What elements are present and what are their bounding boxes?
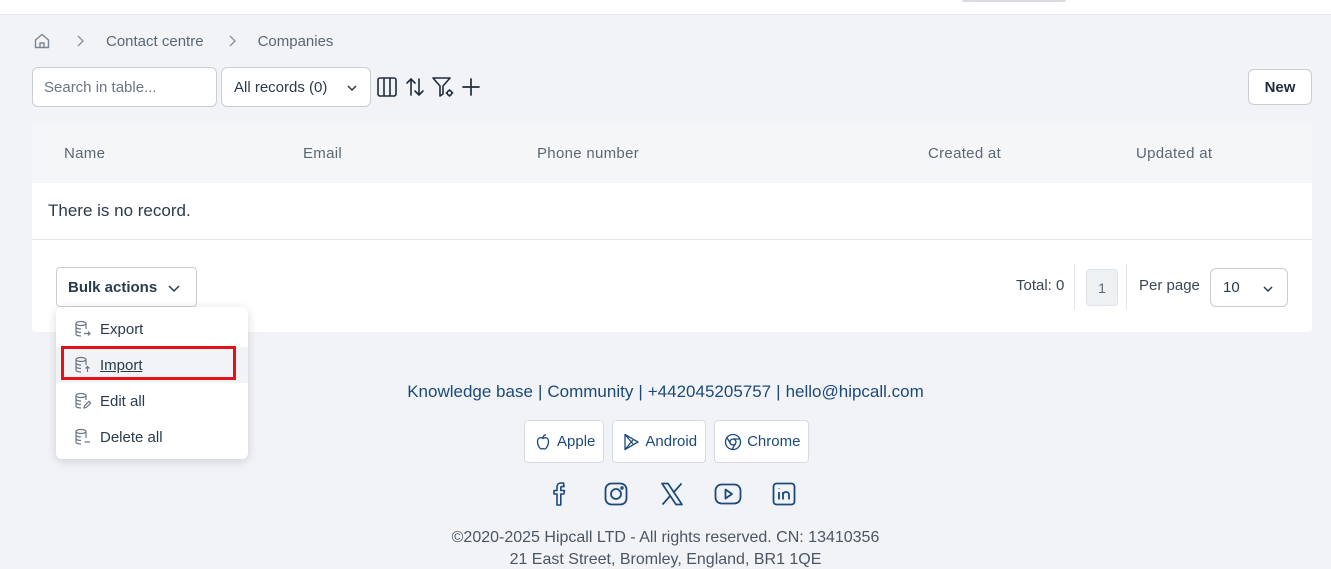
top-tab-stub [962,0,1066,2]
separator: | [776,382,781,401]
empty-state-text: There is no record. [48,201,191,220]
menu-item-export[interactable]: Export [56,311,248,347]
chrome-label: Chrome [747,433,801,450]
breadcrumb: Contact centre Companies [32,30,333,52]
per-page-value: 10 [1223,279,1240,296]
menu-item-delete-all[interactable]: Delete all [56,419,248,455]
sort-icon[interactable] [403,75,427,99]
divider [1126,264,1127,310]
chevron-right-icon [70,35,90,47]
menu-item-label: Import [100,356,143,374]
per-page-label: Per page [1139,277,1200,294]
column-header-phone-number[interactable]: Phone number [537,145,639,162]
total-count: Total: 0 [1016,277,1065,294]
column-header-updated-at[interactable]: Updated at [1136,145,1212,162]
records-filter-select[interactable]: All records (0) [221,67,371,107]
breadcrumb-contact-centre[interactable]: Contact centre [106,33,204,50]
x-icon[interactable] [658,480,686,508]
per-page-select[interactable]: 10 [1210,268,1288,307]
copyright-text: ©2020-2025 Hipcall LTD - All rights rese… [451,529,880,546]
column-header-email[interactable]: Email [303,145,342,162]
database-export-icon [74,320,92,338]
knowledge-base-link[interactable]: Knowledge base [407,382,533,401]
social-links [546,480,826,508]
android-label: Android [645,433,698,450]
instagram-icon[interactable] [602,480,630,508]
search-input[interactable] [32,67,217,107]
chevron-right-icon [222,35,242,47]
apple-app-button[interactable]: Apple [524,420,605,463]
records-filter-value: All records (0) [234,78,328,96]
apple-label: Apple [557,433,596,450]
community-link[interactable]: Community [547,382,633,401]
email-link[interactable]: hello@hipcall.com [786,382,924,401]
table-header: Name Email Phone number Created at Updat… [32,123,1312,183]
chrome-app-button[interactable]: Chrome [714,420,810,463]
page-1-button[interactable]: 1 [1086,269,1118,306]
chevron-down-icon [167,281,181,298]
phone-link[interactable]: +442045205757 [648,382,771,401]
column-header-name[interactable]: Name [64,145,105,162]
menu-item-import[interactable]: Import [56,347,248,383]
home-icon[interactable] [32,31,52,51]
facebook-icon[interactable] [546,480,574,508]
chrome-icon [723,432,743,452]
menu-item-label: Delete all [100,428,163,446]
separator: | [638,382,643,401]
add-icon[interactable] [459,75,483,99]
youtube-icon[interactable] [714,480,742,508]
address-text: 21 East Street, Bromley, England, BR1 1Q… [509,551,822,568]
breadcrumb-companies: Companies [257,32,334,50]
apple-icon [533,432,553,452]
app-links: Apple Android Chrome [524,420,810,463]
chevron-down-icon [346,81,358,98]
table-card: Name Email Phone number Created at Updat… [32,123,1312,332]
filter-settings-icon[interactable] [431,75,455,99]
divider [32,239,1312,240]
top-bar [0,0,1331,15]
database-delete-icon [74,428,92,446]
columns-icon[interactable] [375,75,399,99]
column-header-created-at[interactable]: Created at [928,145,1001,162]
table-toolbar: All records (0) New [32,67,1312,107]
menu-item-label: Export [100,320,144,338]
database-import-icon [74,356,92,374]
separator: | [537,382,543,401]
play-store-icon [621,432,641,452]
bulk-actions-label: Bulk actions [68,278,158,296]
linkedin-icon[interactable] [770,480,798,508]
bulk-actions-button[interactable]: Bulk actions [56,267,197,307]
chevron-down-icon [1262,282,1274,299]
footer-links: Knowledge base | Community | +442045205757 | h… [0,382,1331,402]
divider [1074,264,1075,310]
android-app-button[interactable]: Android [612,420,707,463]
new-button[interactable]: New [1248,69,1312,105]
